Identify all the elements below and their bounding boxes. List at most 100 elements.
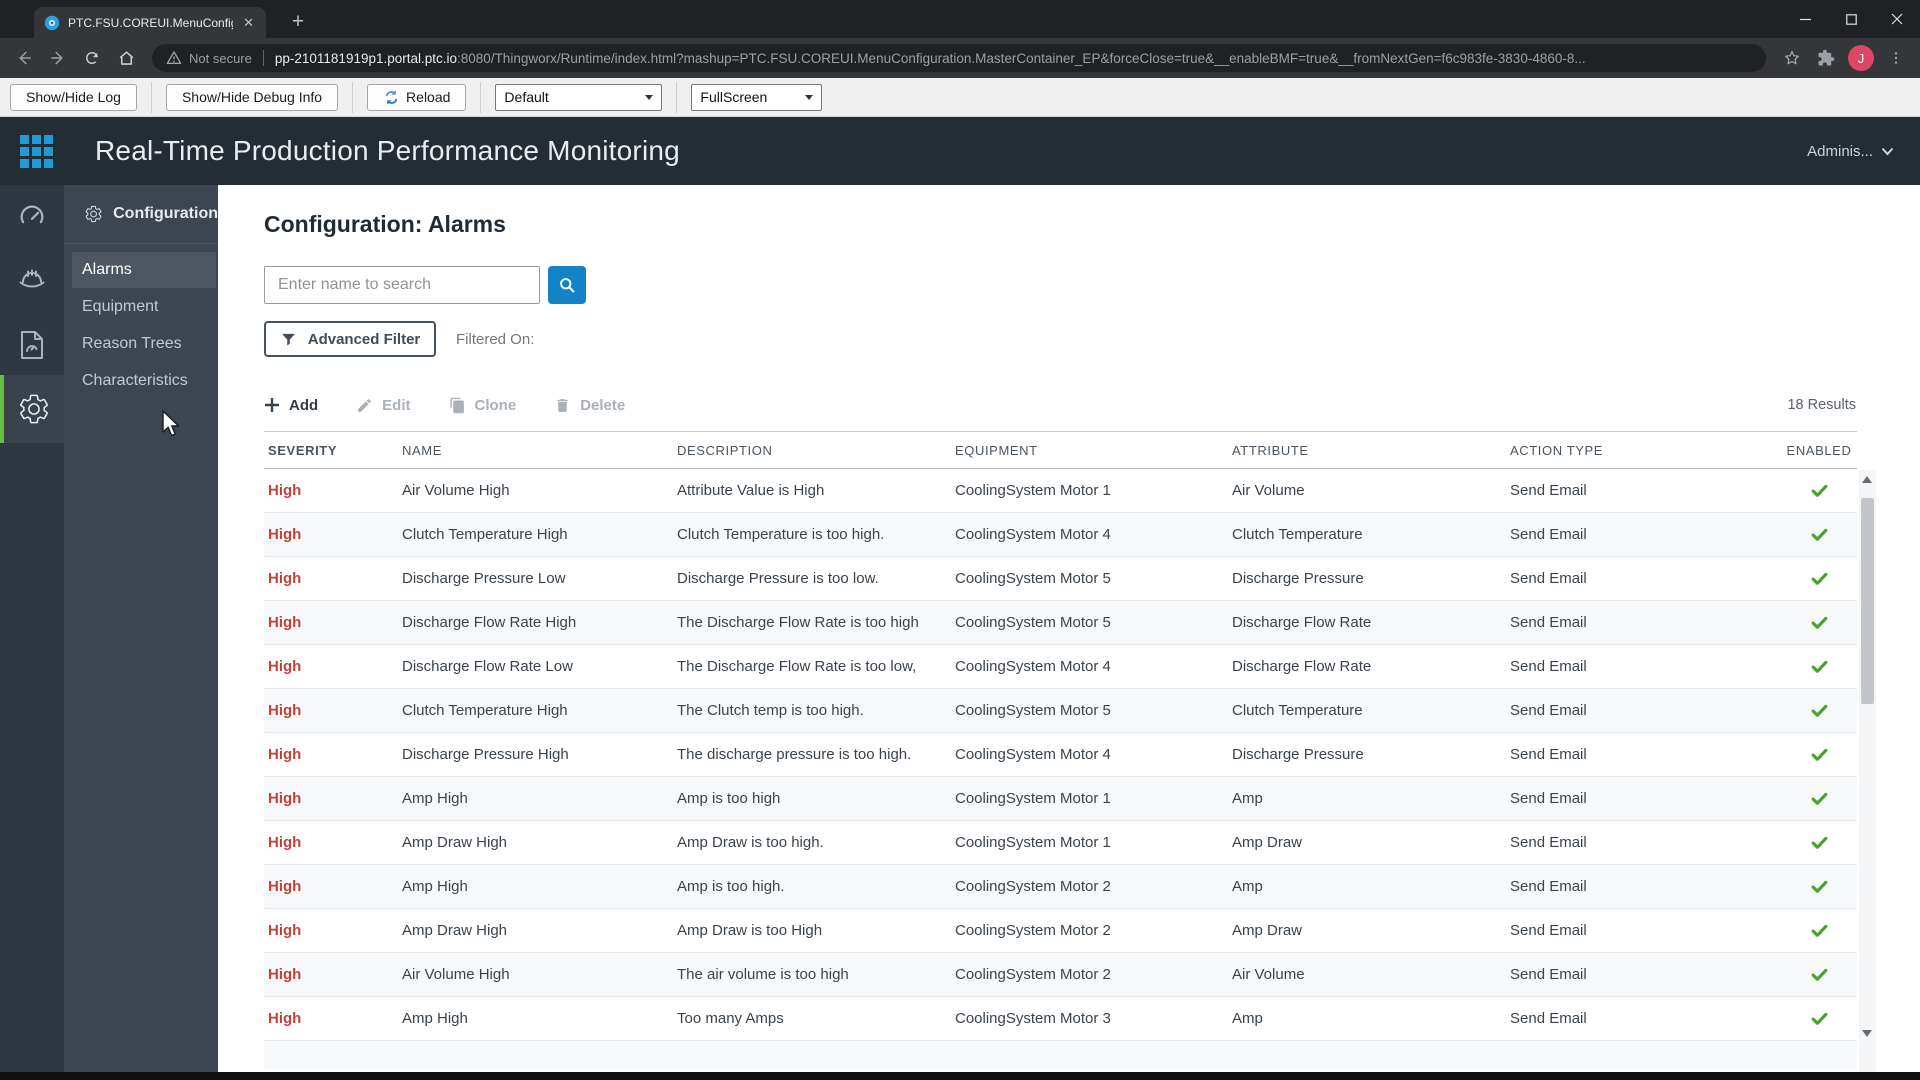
advanced-filter-button[interactable]: Advanced Filter — [264, 321, 436, 357]
address-divider — [262, 50, 264, 66]
browser-avatar[interactable]: J — [1848, 45, 1874, 71]
column-enabled[interactable]: ENABLED — [1781, 443, 1857, 458]
sidebar-item-equipment[interactable]: Equipment — [72, 289, 216, 325]
add-button[interactable]: Add — [264, 397, 318, 414]
table-row[interactable]: High Air Volume High The air volume is t… — [264, 953, 1857, 997]
column-name[interactable]: NAME — [398, 443, 673, 458]
column-attribute[interactable]: ATTRIBUTE — [1228, 443, 1506, 458]
column-equipment[interactable]: EQUIPMENT — [951, 443, 1228, 458]
app-title: Real-Time Production Performance Monitor… — [95, 135, 680, 166]
window-maximize-icon[interactable] — [1828, 0, 1874, 38]
sidebar-item-characteristics[interactable]: Characteristics — [72, 363, 216, 399]
cell-attribute: Amp — [1232, 1010, 1263, 1027]
browser-urlbar: Not secure pp-2101181919p1.portal.ptc.io… — [0, 38, 1920, 78]
rail-configuration-gear-icon[interactable] — [0, 375, 64, 443]
address-bar[interactable]: Not secure pp-2101181919p1.portal.ptc.io… — [152, 44, 1766, 72]
rail-dashboard-gauge-icon[interactable] — [0, 185, 64, 249]
cell-name: Air Volume High — [402, 482, 510, 499]
edit-button[interactable]: Edit — [356, 397, 411, 414]
enabled-check-icon — [1811, 968, 1827, 981]
back-icon[interactable] — [8, 42, 40, 74]
cell-severity: High — [268, 1010, 302, 1027]
cell-equipment: CoolingSystem Motor 3 — [955, 1010, 1111, 1027]
table-row[interactable]: High Amp Draw High Amp Draw is too high.… — [264, 821, 1857, 865]
table-row[interactable]: High Amp Draw High Amp Draw is too High … — [264, 909, 1857, 953]
extensions-puzzle-icon[interactable] — [1810, 42, 1842, 74]
reload-label: Reload — [406, 89, 451, 105]
pencil-icon — [358, 398, 372, 412]
scrollbar-down-icon[interactable] — [1862, 1030, 1872, 1037]
cell-severity: High — [268, 834, 302, 851]
cell-enabled — [1781, 965, 1857, 984]
table-row[interactable]: High Amp High Amp is too high CoolingSys… — [264, 777, 1857, 821]
column-severity[interactable]: SEVERITY — [264, 443, 398, 458]
cell-enabled — [1781, 1009, 1857, 1028]
cell-severity: High — [268, 966, 302, 983]
column-action-type[interactable]: ACTION TYPE — [1506, 443, 1781, 458]
home-icon[interactable] — [110, 42, 142, 74]
table-row[interactable]: High Discharge Pressure High The dischar… — [264, 733, 1857, 777]
delete-button[interactable]: Delete — [554, 397, 625, 414]
screen-mode-select[interactable]: FullScreen — [691, 83, 823, 111]
cell-attribute: Discharge Flow Rate — [1232, 614, 1372, 631]
table-row[interactable]: High Air Volume High Attribute Value is … — [264, 469, 1857, 513]
tab-close-icon[interactable]: ✕ — [241, 14, 256, 31]
bookmark-star-icon[interactable] — [1776, 42, 1808, 74]
table-row[interactable]: High Clutch Temperature High Clutch Temp… — [264, 513, 1857, 557]
table-row[interactable]: High Discharge Pressure Low Discharge Pr… — [264, 557, 1857, 601]
rail-operator-hat-icon[interactable] — [0, 247, 64, 311]
enabled-check-icon — [1811, 924, 1827, 937]
enabled-check-icon — [1811, 528, 1827, 541]
sidebar-item-alarms[interactable]: Alarms — [72, 252, 216, 288]
window-close-icon[interactable] — [1874, 0, 1920, 38]
table-row[interactable]: High Discharge Flow Rate High The Discha… — [264, 601, 1857, 645]
browser-menu-icon[interactable] — [1880, 42, 1912, 74]
screen-mode-select-value: FullScreen — [700, 89, 768, 105]
mashup-select[interactable]: Default — [495, 83, 663, 111]
clone-button[interactable]: Clone — [449, 397, 516, 414]
cell-description: Amp Draw is too high. — [677, 834, 824, 851]
search-input[interactable] — [264, 266, 540, 304]
scrollbar-thumb[interactable] — [1861, 498, 1874, 704]
scrollbar-up-icon[interactable] — [1862, 476, 1872, 483]
cell-severity: High — [268, 570, 302, 587]
new-tab-button[interactable]: + — [284, 8, 312, 36]
copy-icon — [449, 397, 464, 413]
page-body: Configuration Alarms Equipment Reason Tr… — [0, 185, 1920, 1072]
enabled-check-icon — [1811, 484, 1827, 497]
column-description[interactable]: DESCRIPTION — [673, 443, 951, 458]
search-icon — [560, 278, 575, 293]
forward-icon[interactable] — [42, 42, 74, 74]
cell-enabled — [1781, 481, 1857, 500]
cell-attribute: Amp — [1232, 878, 1263, 895]
cell-equipment: CoolingSystem Motor 1 — [955, 834, 1111, 851]
show-hide-log-button[interactable]: Show/Hide Log — [10, 83, 137, 111]
show-hide-debug-button[interactable]: Show/Hide Debug Info — [165, 83, 339, 111]
mashup-select-value: Default — [504, 89, 549, 105]
cell-description: The discharge pressure is too high. — [677, 746, 912, 763]
tab-title: PTC.FSU.COREUI.MenuConfiguration — [68, 15, 233, 30]
enabled-check-icon — [1811, 880, 1827, 893]
cell-name: Amp High — [402, 1010, 468, 1027]
table-row[interactable]: High Clutch Temperature High The Clutch … — [264, 689, 1857, 733]
user-menu[interactable]: Adminis... — [1807, 143, 1894, 160]
add-label: Add — [289, 396, 319, 414]
cell-action-type: Send Email — [1510, 482, 1587, 499]
cell-action-type: Send Email — [1510, 966, 1587, 983]
table-row[interactable]: High Amp High Too many Amps CoolingSyste… — [264, 997, 1857, 1041]
app-launcher-grid-icon[interactable] — [20, 134, 53, 168]
url-domain: pp-2101181919p1.portal.ptc.io — [274, 50, 458, 66]
browser-tab[interactable]: PTC.FSU.COREUI.MenuConfiguration ✕ — [34, 7, 266, 38]
table-row[interactable]: High Amp High Amp is too high. CoolingSy… — [264, 865, 1857, 909]
reload-button[interactable]: Reload — [367, 83, 467, 111]
search-button[interactable] — [548, 266, 586, 304]
window-minimize-icon[interactable] — [1782, 0, 1828, 38]
cell-attribute: Discharge Pressure — [1232, 746, 1364, 763]
cell-action-type: Send Email — [1510, 702, 1587, 719]
table-row[interactable]: High Discharge Flow Rate Low The Dischar… — [264, 645, 1857, 689]
table-scrollbar[interactable] — [1859, 470, 1876, 1072]
url-path: :8080/Thingworx/Runtime/index.html?mashu… — [457, 50, 1586, 66]
reload-icon[interactable] — [76, 42, 108, 74]
sidebar-item-reason-trees[interactable]: Reason Trees — [72, 326, 216, 362]
rail-report-document-icon[interactable] — [0, 313, 64, 377]
